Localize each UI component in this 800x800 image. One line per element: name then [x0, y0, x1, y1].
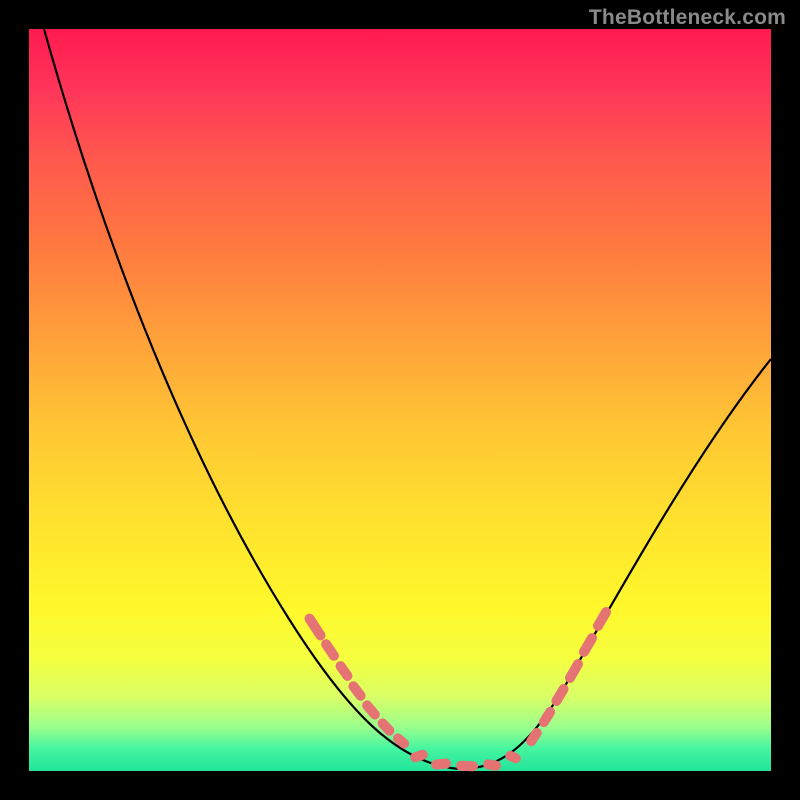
dash-bottom-3 [456, 761, 478, 772]
bottleneck-curve [29, 29, 771, 771]
curve-right-ascent [459, 359, 771, 769]
watermark-text: TheBottleneck.com [589, 6, 786, 30]
curve-left-descent [44, 29, 459, 769]
plot-area [29, 29, 771, 771]
